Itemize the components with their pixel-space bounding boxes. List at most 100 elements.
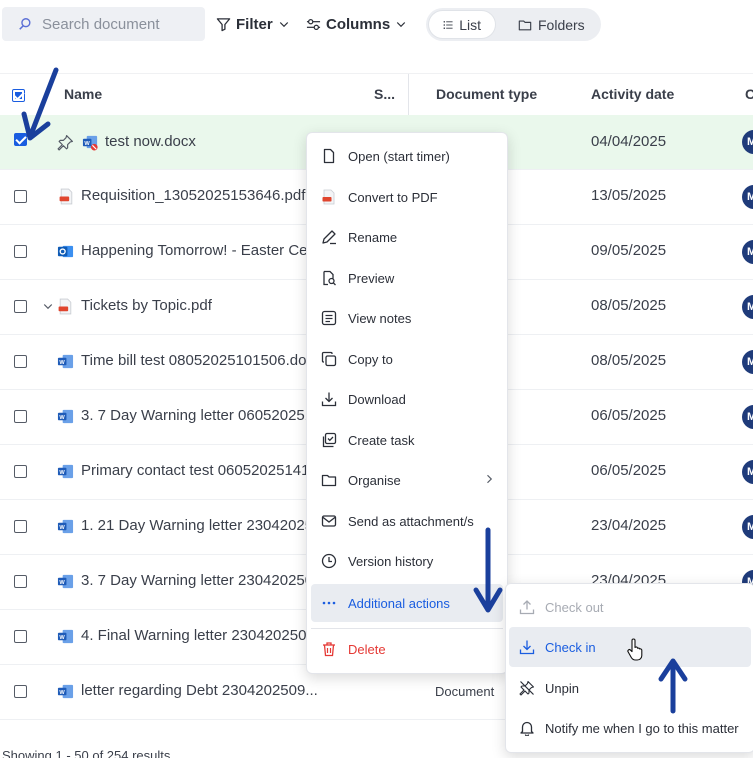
- activity-date: 04/04/2025: [591, 133, 667, 150]
- list-icon: [443, 20, 453, 29]
- document-name[interactable]: 3. 7 Day Warning letter 0605202515: [81, 407, 321, 424]
- header-activity-date[interactable]: Activity date: [591, 86, 674, 102]
- document-name[interactable]: test now.docx: [105, 133, 196, 150]
- row-checkbox[interactable]: [14, 190, 27, 203]
- annotation-arrow-icon: [21, 67, 59, 141]
- header-size[interactable]: S...: [374, 86, 395, 102]
- word-icon: W: [57, 629, 74, 644]
- document-type: Document: [435, 684, 495, 699]
- documents-screen: Search document Filter Columns List Fold…: [0, 0, 753, 758]
- columns-button[interactable]: Columns: [306, 12, 407, 36]
- word-icon: W: [57, 519, 74, 534]
- menu-item-create-task[interactable]: Create task: [311, 422, 503, 458]
- menu-item-download[interactable]: Download: [311, 381, 503, 417]
- word-icon: W: [57, 409, 74, 424]
- column-divider[interactable]: [408, 74, 409, 116]
- row-checkbox[interactable]: [14, 520, 27, 533]
- menu-item-delete[interactable]: Delete: [311, 631, 503, 667]
- pencil-icon: [322, 230, 336, 245]
- avatar: M: [742, 405, 753, 429]
- menu-item-copy-to[interactable]: Copy to: [311, 341, 503, 377]
- unpin-icon: [519, 680, 535, 696]
- menu-item-label: Create task: [348, 432, 415, 448]
- menu-item-view-notes[interactable]: View notes: [311, 300, 503, 336]
- menu-item-preview[interactable]: Preview: [311, 260, 503, 296]
- row-checkbox[interactable]: [14, 630, 27, 643]
- annotation-arrow-icon: [473, 527, 503, 613]
- menu-item-organise[interactable]: Organise: [311, 462, 503, 498]
- document-name[interactable]: Primary contact test 0605202514182: [81, 462, 326, 479]
- document-name[interactable]: 3. 7 Day Warning letter 2304202509: [81, 572, 321, 589]
- activity-date: 23/04/2025: [591, 517, 667, 534]
- hand-cursor-icon: [627, 638, 643, 661]
- row-checkbox[interactable]: [14, 300, 27, 313]
- header-extra[interactable]: C: [745, 86, 753, 102]
- menu-item-label: Preview: [348, 270, 395, 286]
- menu-item-label: Rename: [348, 229, 398, 245]
- ellipsis-icon: [322, 601, 336, 605]
- notes-icon: [321, 310, 337, 326]
- submenu-item-label: Notify me when I go to this matter: [545, 720, 739, 736]
- activity-date: 06/05/2025: [591, 462, 667, 479]
- word-icon: W: [57, 464, 74, 479]
- row-checkbox[interactable]: [14, 410, 27, 423]
- document-name[interactable]: 1. 21 Day Warning letter 2304202509: [81, 517, 330, 534]
- submenu-item-notify-me[interactable]: Notify me when I go to this matter: [509, 708, 751, 748]
- document-name[interactable]: Time bill test 08052025101506.docx: [81, 352, 321, 369]
- menu-item-label: Delete: [348, 641, 386, 657]
- chevron-down-icon[interactable]: [42, 300, 54, 312]
- document-name[interactable]: letter regarding Debt 2304202509...: [81, 682, 318, 699]
- chevron-down-icon: [396, 22, 406, 28]
- submenu-item-check-out[interactable]: Check out: [509, 587, 751, 627]
- view-folders-label: Folders: [538, 16, 585, 33]
- menu-item-label: Additional actions: [348, 595, 450, 611]
- svg-text:W: W: [84, 141, 90, 147]
- svg-text:W: W: [59, 525, 65, 531]
- mail-icon: [321, 515, 337, 527]
- header-document-type[interactable]: Document type: [436, 86, 537, 102]
- activity-date: 06/05/2025: [591, 407, 667, 424]
- row-checkbox[interactable]: [14, 245, 27, 258]
- filter-button[interactable]: Filter: [216, 12, 290, 36]
- avatar: M: [742, 460, 753, 484]
- view-toggle: List Folders: [426, 8, 601, 41]
- document-name[interactable]: 4. Final Warning letter 23042025091: [81, 627, 323, 644]
- chevron-right-icon: [487, 474, 493, 484]
- menu-item-open[interactable]: Open (start timer): [311, 138, 503, 174]
- row-checkbox[interactable]: [14, 575, 27, 588]
- svg-text:W: W: [59, 470, 65, 476]
- menu-item-rename[interactable]: Rename: [311, 219, 503, 255]
- header-name[interactable]: Name: [64, 86, 102, 102]
- download-icon: [519, 640, 535, 655]
- avatar: M: [742, 515, 753, 539]
- submenu-item-label: Check in: [545, 639, 596, 655]
- row-checkbox[interactable]: [14, 685, 27, 698]
- folder-icon: [518, 19, 532, 30]
- search-input[interactable]: Search document: [2, 7, 205, 41]
- outlook-icon: [57, 245, 74, 258]
- menu-item-convert-to-pdf[interactable]: Convert to PDF: [311, 179, 503, 215]
- chevron-down-icon: [279, 22, 288, 28]
- document-name[interactable]: Tickets by Topic.pdf: [81, 297, 212, 314]
- document-name[interactable]: Requisition_13052025153646.pdf: [81, 187, 305, 204]
- row-checkbox[interactable]: [14, 465, 27, 478]
- menu-item-label: Version history: [348, 553, 434, 569]
- pdf-icon: [59, 188, 73, 205]
- document-name[interactable]: Happening Tomorrow! - Easter Ce: [81, 242, 308, 259]
- svg-text:W: W: [59, 415, 65, 421]
- clock-icon: [321, 553, 337, 569]
- menu-item-label: Copy to: [348, 351, 393, 367]
- copy-icon: [321, 351, 337, 367]
- row-checkbox[interactable]: [14, 355, 27, 368]
- svg-text:W: W: [59, 635, 65, 641]
- additional-actions-submenu: Check out Check in Unpin Notify me when …: [505, 583, 753, 753]
- view-list-button[interactable]: List: [429, 11, 495, 38]
- menu-item-label: Open (start timer): [348, 148, 450, 164]
- upload-icon: [519, 600, 535, 615]
- search-icon: [19, 18, 31, 30]
- submenu-item-unpin[interactable]: Unpin: [509, 668, 751, 708]
- word-icon: W: [57, 684, 74, 699]
- view-folders-button[interactable]: Folders: [504, 11, 599, 38]
- avatar: M: [742, 350, 753, 374]
- submenu-item-label: Unpin: [545, 680, 579, 696]
